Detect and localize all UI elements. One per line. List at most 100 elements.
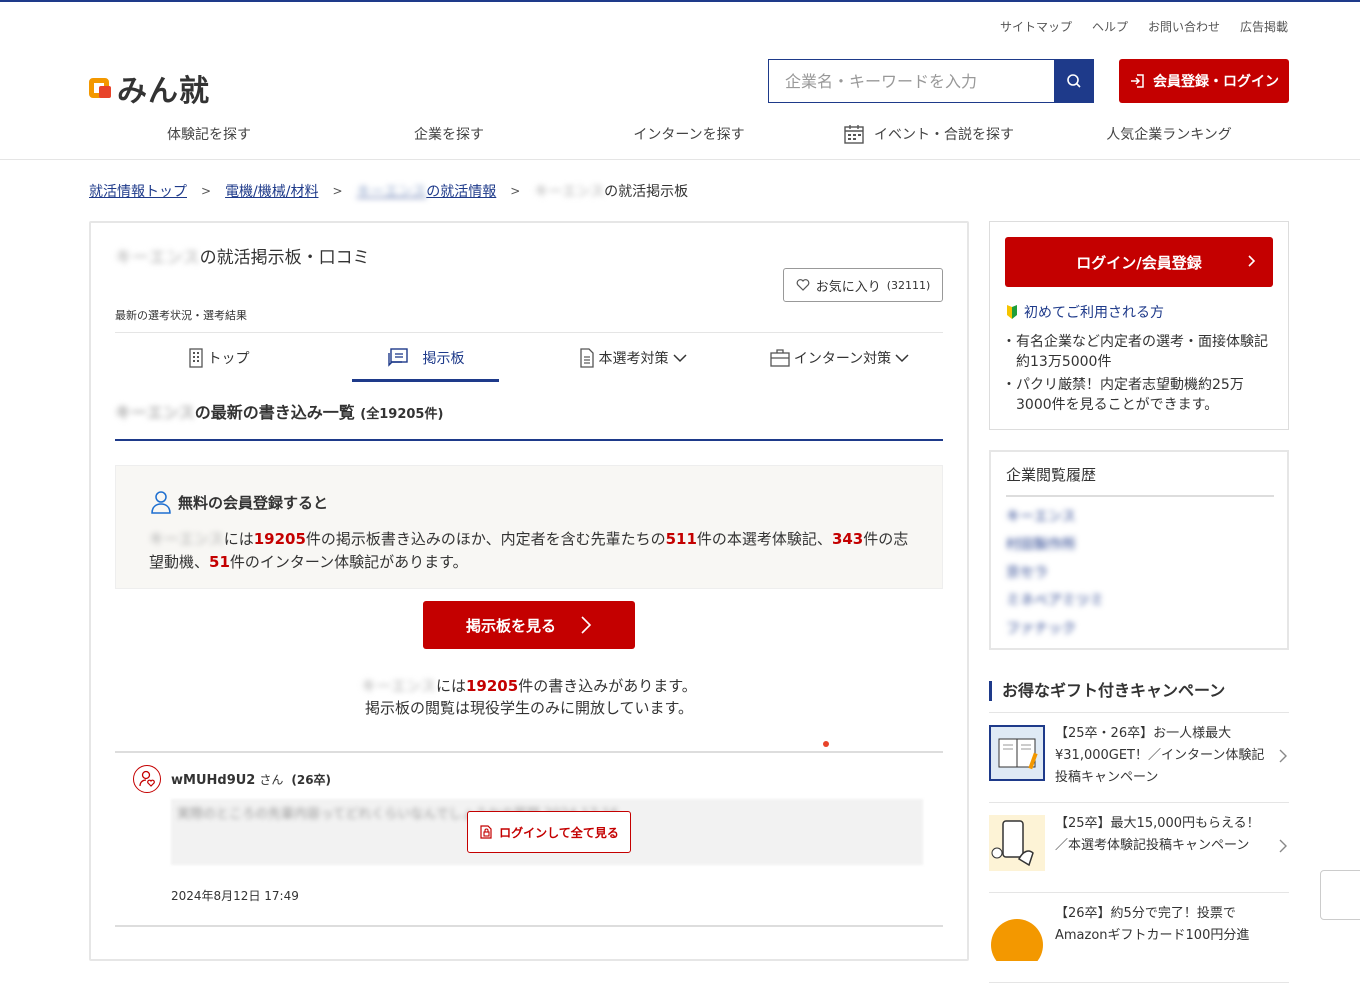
contact-link[interactable]: お問い合わせ [1148,18,1220,35]
post-date: 2024年8月12日 17:49 [171,889,299,903]
logo-text: みん就 [117,74,210,109]
history-item[interactable]: 京セラ [1006,562,1048,582]
page-title: キーエンスの就活掲示板・口コミ [115,243,370,268]
post-author: wMUHd9U2 さん (26卒) [171,771,331,788]
login-to-read-button[interactable]: ログインして全て見る [467,811,631,853]
gnav-events-label: イベント・合説を探す [874,127,1014,143]
masked-company-name: キーエンス [115,403,195,422]
gnav-companies[interactable]: 企業を探す [329,124,569,144]
post-honorific: さん [259,773,284,787]
login-icon [1131,74,1144,88]
gnav-events[interactable]: イベント・合説を探す [809,124,1049,144]
access-notice: キーエンスには19205件の書き込みがあります。 掲示板の閲覧は現役学生のみに開… [91,675,967,719]
first-time-label: 初めてご利用される方 [1024,305,1164,321]
login-to-read-label: ログインして全て見る [499,825,619,840]
gnav-experience[interactable]: 体験記を探す [89,124,329,144]
promo-text: 件のインターン体験記があります。 [229,553,468,571]
tab-top-label: トップ [207,350,250,367]
notice-count: 19205 [466,677,519,695]
history-item[interactable]: キーエンス [1006,506,1076,526]
tab-top[interactable]: トップ [115,333,322,382]
tab-selection-label: 本選考対策 [598,350,669,367]
campaign-title: お得なギフト付きキャンペーン [989,681,1225,701]
breadcrumb-separator: > [332,184,343,198]
building-icon [188,347,203,368]
help-link[interactable]: ヘルプ [1092,18,1128,35]
first-time-link[interactable]: 初めてご利用される方 [1006,302,1164,322]
gnav-ranking[interactable]: 人気企業ランキング [1049,124,1289,144]
promo-motive-count: 343 [831,530,864,548]
search-input[interactable] [768,59,1054,103]
masked-company-name: キーエンス [149,530,224,548]
campaign-item[interactable]: 【26卒】約5分で完了！投票でAmazonギフトカード100円分進 [989,893,1289,983]
post-username: wMUHd9U2 [171,773,256,788]
breadcrumb-top[interactable]: 就活情報トップ [89,181,187,201]
campaign-vote-thumbnail [989,905,1045,971]
promo-text: 件の本選考体験記、 [696,530,832,548]
notice-text: には [435,677,466,695]
promo-text: には [223,530,254,548]
sidebar-login-label: ログイン/会員登録 [1076,253,1202,272]
sidebar-benefit: 有名企業など内定者の選考・面接体験記約13万5000件 [1002,332,1276,372]
search-button[interactable] [1054,59,1094,103]
board-post: wMUHd9U2 さん (26卒) 実際のところの先輩内容ってどれくらいなんでしょう… [115,751,943,927]
chevron-right-icon [581,616,592,634]
page-title-suffix: の就活掲示板・口コミ [199,248,370,268]
notice-text: 件の書き込みがあります。 [518,677,697,695]
breadcrumb-separator: > [201,184,212,198]
ad-link[interactable]: 広告掲載 [1240,18,1288,35]
page-subtitle: 最新の選考状況・選考結果 [115,309,247,322]
history-item[interactable]: ファナック [1006,618,1076,638]
history-item[interactable]: ミネベアミツミ [1006,590,1104,610]
post-grad-year: (26卒) [291,773,332,787]
document-icon [579,347,594,368]
logo-mark-icon [89,76,113,100]
briefcase-icon [770,348,790,367]
header-divider [0,159,1360,160]
signup-login-button[interactable]: 会員登録・ログイン [1119,59,1289,103]
main-panel: キーエンスの就活掲示板・口コミ お気に入り (32111) 最新の選考状況・選考結… [89,221,969,961]
tab-selection[interactable]: 本選考対策 [529,333,736,382]
favorite-button[interactable]: お気に入り (32111) [783,268,943,302]
gnav-companies-label: 企業を探す [414,127,484,143]
list-heading-text: の最新の書き込み一覧 [194,403,355,422]
breadcrumb-current-suffix: の就活掲示板 [604,184,689,200]
campaign-book-thumbnail [989,725,1045,781]
user-heart-icon [139,770,155,787]
sitemap-link[interactable]: サイトマップ [1000,18,1072,35]
masked-company-name: キーエンス [361,677,436,695]
list-heading: キーエンスの最新の書き込み一覧 (全19205件) [115,399,943,441]
breadcrumb-category[interactable]: 電機/機械/材料 [225,181,318,201]
campaign-item[interactable]: 【25卒・26卒】お一人様最大¥31,000GET！／インターン体験記投稿キャン… [989,713,1289,803]
campaign-phone-thumbnail [989,815,1045,871]
sidebar-login-button[interactable]: ログイン/会員登録 [1005,237,1273,287]
signup-login-label: 会員登録・ログイン [1153,74,1279,90]
breadcrumb-company[interactable]: キーエンスの就活情報 [357,181,497,201]
sidebar-login-box: ログイン/会員登録 初めてご利用される方 有名企業など内定者の選考・面接体験記約… [989,221,1289,430]
tab-board[interactable]: 掲示板 [322,333,529,382]
tab-intern[interactable]: インターン対策 [736,333,943,382]
scroll-top-button[interactable] [1320,870,1360,920]
chevron-down-icon [672,353,687,362]
masked-company-name: キーエンス [115,248,200,268]
view-board-button[interactable]: 掲示板を見る [423,601,635,649]
breadcrumb: 就活情報トップ > 電機/機械/材料 > キーエンスの就活情報 > キーエンスの… [89,181,688,201]
favorite-label: お気に入り [815,279,881,295]
calendar-icon [844,125,864,144]
global-nav: 体験記を探す 企業を探す インターンを探す イベント・合説を探す 人気企業ランキ… [89,124,1289,144]
history-item[interactable]: 村田製作所 [1006,534,1076,554]
promo-report-count: 511 [665,530,697,548]
masked-company-name: キーエンス [356,184,427,200]
site-logo[interactable]: みん就 [89,66,210,110]
gnav-experience-label: 体験記を探す [167,127,251,143]
breadcrumb-current: キーエンスの就活掲示板 [534,181,688,201]
top-accent-line [0,0,1360,2]
browse-history-title: 企業閲覧履歴 [1006,464,1274,497]
gnav-intern[interactable]: インターンを探す [569,124,809,144]
carousel-dot [823,741,829,747]
chevron-down-icon [895,353,909,362]
chat-icon [387,347,408,367]
breadcrumb-separator: > [510,184,521,198]
promo-text: 件の掲示板書き込みのほか、内定者を含む先輩たちの [305,530,666,548]
campaign-item[interactable]: 【25卒】最大15,000円もらえる！／本選考体験記投稿キャンペーン [989,803,1289,893]
